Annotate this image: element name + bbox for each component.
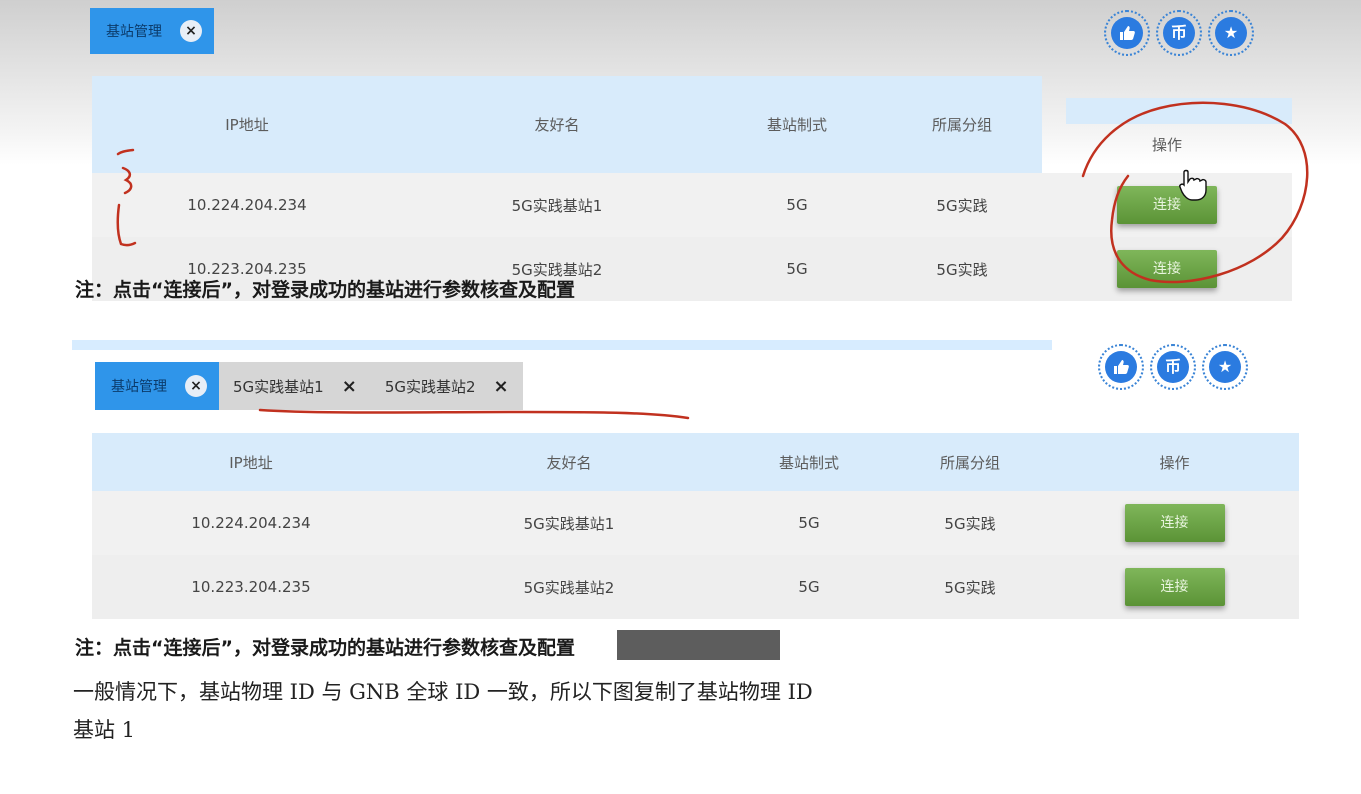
star-icon: ★ [1209, 351, 1241, 383]
connect-button[interactable]: 连接 [1124, 568, 1225, 606]
tab-station-management[interactable]: 基站管理 × [95, 362, 219, 410]
cell-mode: 5G [712, 173, 882, 237]
station-table: IP地址 友好名 基站制式 所属分组 操作 10.224.204.234 5G实… [92, 433, 1299, 619]
cell-name: 5G实践基站1 [410, 491, 728, 555]
cell-mode: 5G [728, 491, 890, 555]
station-table: IP地址 友好名 基站制式 所属分组 操作 10.224.204.234 5G实… [92, 76, 1292, 301]
like-button[interactable] [1104, 10, 1150, 56]
favorite-button[interactable]: ★ [1202, 344, 1248, 390]
col-ip: IP地址 [92, 76, 402, 173]
cell-ip: 10.224.204.234 [92, 491, 410, 555]
thumbs-up-icon [1105, 351, 1137, 383]
favorite-button[interactable]: ★ [1208, 10, 1254, 56]
cell-group: 5G实践 [890, 555, 1050, 619]
connect-button[interactable]: 连接 [1124, 504, 1225, 542]
table-row: 10.224.204.234 5G实践基站1 5G 5G实践 连接 [92, 173, 1292, 237]
tab-station-management[interactable]: 基站管理 × [90, 8, 214, 54]
cell-action: 连接 [1050, 555, 1299, 619]
tab-bar: 基站管理 × [90, 8, 214, 54]
col-action: 操作 [1050, 433, 1299, 491]
close-icon[interactable]: × [494, 376, 509, 397]
usage-note: 注：点击“连接后”，对登录成功的基站进行参数核查及配置 [75, 637, 575, 659]
tab-label: 基站管理 [111, 379, 167, 395]
tab-station-1[interactable]: 5G实践基站1 × [219, 362, 371, 410]
social-buttons: 币 ★ [1098, 344, 1248, 390]
col-group: 所属分组 [890, 433, 1050, 491]
col-mode: 基站制式 [728, 433, 890, 491]
close-icon[interactable]: × [185, 375, 207, 397]
table-row: 10.223.204.235 5G实践基站2 5G 5G实践 连接 [92, 555, 1299, 619]
star-icon: ★ [1215, 17, 1247, 49]
cell-mode: 5G [712, 237, 882, 301]
cell-group: 5G实践 [882, 237, 1042, 301]
doc-paragraph: 一般情况下，基站物理 ID 与 GNB 全球 ID 一致，所以下图复制了基站物理… [73, 680, 813, 704]
doc-paragraph: 基站 1 [73, 718, 136, 742]
coin-icon: 币 [1163, 17, 1195, 49]
tab-bar: 基站管理 × 5G实践基站1 × 5G实践基站2 × [95, 362, 523, 410]
tab-strip-bg [72, 340, 1052, 350]
tab-label: 基站管理 [106, 24, 162, 40]
table-row: 10.224.204.234 5G实践基站1 5G 5G实践 连接 [92, 491, 1299, 555]
connect-button[interactable]: 连接 [1117, 250, 1217, 288]
station-panel-1: 基站管理 × IP地址 友好名 基站制式 所属分组 操作 10.224.204.… [0, 0, 1361, 301]
col-action: 操作 [1151, 135, 1182, 154]
coin-icon: 币 [1157, 351, 1189, 383]
usage-note: 注：点击“连接后”，对登录成功的基站进行参数核查及配置 [75, 279, 575, 301]
thumbs-up-icon [1111, 17, 1143, 49]
social-buttons: 币 ★ [1104, 10, 1254, 56]
close-icon[interactable]: × [180, 20, 202, 42]
cell-ip: 10.224.204.234 [92, 173, 402, 237]
tab-label: 5G实践基站1 [233, 377, 324, 396]
cell-name: 5G实践基站1 [402, 173, 712, 237]
coin-button[interactable]: 币 [1156, 10, 1202, 56]
text-highlight [617, 630, 780, 660]
tab-label: 5G实践基站2 [384, 377, 476, 396]
table-header-row: IP地址 友好名 基站制式 所属分组 操作 [92, 433, 1299, 491]
col-friendly-name: 友好名 [410, 433, 728, 491]
col-friendly-name: 友好名 [402, 76, 712, 173]
col-group: 所属分组 [882, 76, 1042, 173]
cell-group: 5G实践 [890, 491, 1050, 555]
like-button[interactable] [1098, 344, 1144, 390]
cell-group: 5G实践 [882, 173, 1042, 237]
station-panel-2: 基站管理 × 5G实践基站1 × 5G实践基站2 × IP地址 友好名 基站制式… [0, 340, 1361, 670]
col-mode: 基站制式 [712, 76, 882, 173]
coin-button[interactable]: 币 [1150, 344, 1196, 390]
cell-action: 连接 [1050, 491, 1299, 555]
cell-ip: 10.223.204.235 [92, 555, 410, 619]
cell-action: 连接 [1042, 237, 1292, 301]
connect-button[interactable]: 连接 [1117, 186, 1217, 224]
tab-station-2[interactable]: 5G实践基站2 × [370, 362, 523, 410]
cell-mode: 5G [728, 555, 890, 619]
cell-name: 5G实践基站2 [410, 555, 728, 619]
close-icon[interactable]: × [342, 376, 357, 397]
col-ip: IP地址 [92, 433, 410, 491]
cell-action: 连接 [1042, 173, 1292, 237]
table-header-row: IP地址 友好名 基站制式 所属分组 操作 [92, 76, 1292, 173]
